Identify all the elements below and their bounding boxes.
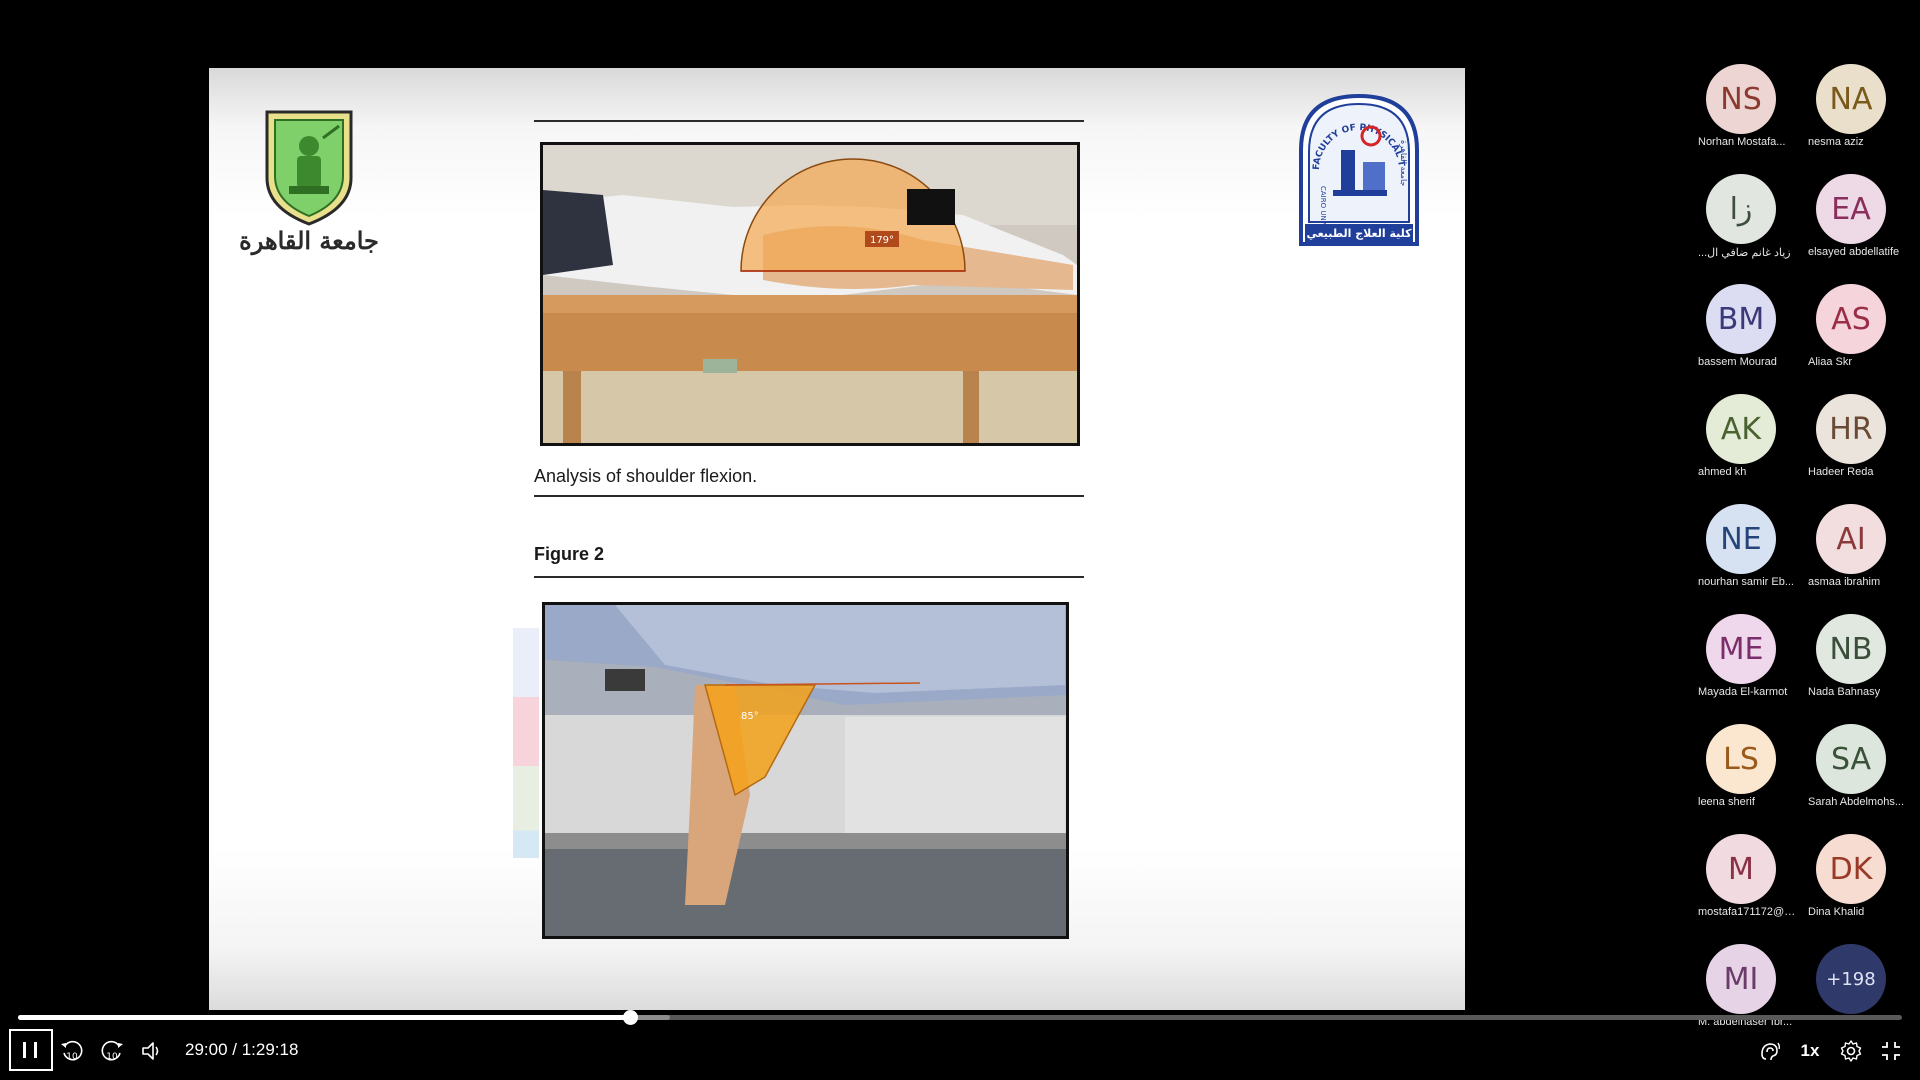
gear-icon	[1840, 1040, 1862, 1062]
color-strip	[513, 628, 539, 858]
participant-tile[interactable]: MI M. abdelnaser Ibr...	[1684, 940, 1794, 1040]
participant-name: nesma aziz	[1808, 136, 1864, 148]
participant-name: elsayed abdellatife	[1808, 246, 1900, 258]
volume-button[interactable]	[136, 1032, 168, 1070]
participant-tile[interactable]: HR Hadeer Reda	[1794, 390, 1904, 490]
shoulder-angle-label: 179°	[870, 235, 894, 246]
rewind-icon: 10	[61, 1040, 83, 1062]
progress-thumb[interactable]	[623, 1010, 639, 1025]
participant-tile[interactable]: AS Aliaa Skr	[1794, 280, 1904, 380]
shoulder-extension-photo: 85°	[542, 602, 1069, 939]
participant-tile[interactable]: ME Mayada El-karmot	[1684, 610, 1794, 710]
participants-panel: NS Norhan Mostafa... NA nesma aziz زا ...زياد…	[1684, 60, 1920, 1030]
participant-tile[interactable]: NB Nada Bahnasy	[1794, 610, 1904, 710]
rewind-label: 10	[66, 1052, 78, 1062]
hearing-icon	[1761, 1042, 1781, 1061]
current-time: 29:00	[185, 1040, 228, 1059]
participant-name: ...زياد غانم ضافي ال	[1698, 247, 1791, 259]
forward-10-button[interactable]: 10	[96, 1032, 128, 1070]
participant-tile[interactable]: AK ahmed kh	[1684, 390, 1794, 490]
participant-tile[interactable]: DK Dina Khalid	[1794, 830, 1904, 930]
participant-name: Dina Khalid	[1808, 906, 1865, 918]
avatar: M	[1706, 834, 1776, 904]
time-display: 29:00 / 1:29:18	[185, 1040, 298, 1060]
faculty-physical-therapy-logo: FACULTY OF PHYSICAL THERAPY كلية العلاج …	[1293, 83, 1421, 250]
participant-tile[interactable]: NA nesma aziz	[1794, 60, 1904, 160]
participant-name: asmaa ibrahim	[1808, 576, 1881, 588]
progress-bar[interactable]	[18, 1010, 1902, 1025]
avatar: ME	[1706, 614, 1776, 684]
avatar: EA	[1816, 174, 1886, 244]
progress-played	[18, 1015, 631, 1020]
avatar: NS	[1706, 64, 1776, 134]
top-rule	[534, 120, 1084, 122]
speed-button[interactable]: 1x	[1794, 1032, 1826, 1070]
participant-tile[interactable]: Mmostafa171172@b...	[1684, 830, 1798, 930]
avatar: BM	[1706, 284, 1776, 354]
caption-rule	[534, 495, 1084, 497]
participant-tile[interactable]: BM bassem Mourad	[1684, 280, 1794, 380]
raise-hand-button[interactable]	[1752, 1032, 1788, 1070]
avatar: زا	[1706, 174, 1776, 244]
exit-fullscreen-button[interactable]	[1874, 1032, 1908, 1070]
extension-angle-label: 85°	[741, 711, 759, 722]
participant-tile[interactable]: زا ...زياد غانم ضافي ال	[1684, 170, 1794, 270]
cairo-university-logo: جامعة القاهرة	[239, 108, 379, 258]
participant-name: Nada Bahnasy	[1808, 686, 1881, 698]
forward-label: 10	[106, 1052, 118, 1062]
duration: 1:29:18	[241, 1040, 299, 1059]
pause-icon	[23, 1042, 37, 1058]
participant-tile[interactable]: SA Sarah Abdelmohs...	[1794, 720, 1904, 820]
avatar: AS	[1816, 284, 1886, 354]
figure-caption: Analysis of shoulder flexion.	[534, 466, 758, 486]
participant-name: Mayada El-karmot	[1698, 686, 1788, 698]
participant-tile[interactable]: NE nourhan samir Eb...	[1684, 500, 1794, 600]
participant-tile[interactable]: +198	[1794, 940, 1904, 1040]
time-separator: /	[227, 1040, 242, 1059]
avatar: NB	[1816, 614, 1886, 684]
avatar: AK	[1706, 394, 1776, 464]
participant-tile[interactable]: LS leena sherif	[1684, 720, 1794, 820]
avatar: NE	[1706, 504, 1776, 574]
more-participants-badge: +198	[1816, 944, 1886, 1014]
shared-slide: جامعة القاهرة FACULTY OF PHYSICAL THERAP…	[209, 68, 1465, 1010]
avatar: SA	[1816, 724, 1886, 794]
pause-button[interactable]	[9, 1029, 53, 1071]
figure-label: Figure 2	[534, 544, 605, 564]
avatar: HR	[1816, 394, 1886, 464]
cairo-university-caption: جامعة القاهرة	[239, 226, 379, 255]
avatar: LS	[1706, 724, 1776, 794]
participant-name: mostafa171172@b...	[1698, 906, 1798, 918]
participant-name: Hadeer Reda	[1808, 466, 1874, 478]
faculty-logo-side-left: CAIRO UNIV.	[1319, 186, 1327, 229]
figure-rule	[534, 576, 1084, 578]
rewind-10-button[interactable]: 10	[56, 1032, 88, 1070]
shoulder-flexion-photo: 179°	[540, 142, 1080, 446]
forward-icon: 10	[101, 1040, 123, 1062]
avatar: NA	[1816, 64, 1886, 134]
participant-name: leena sherif	[1698, 796, 1755, 808]
avatar: AI	[1816, 504, 1886, 574]
participant-name: Aliaa Skr	[1808, 356, 1853, 368]
participant-name: nourhan samir Eb...	[1698, 576, 1794, 588]
participant-name: bassem Mourad	[1698, 356, 1777, 368]
avatar: DK	[1816, 834, 1886, 904]
participant-name: Norhan Mostafa...	[1698, 136, 1786, 148]
settings-button[interactable]	[1834, 1032, 1868, 1070]
faculty-logo-banner: كلية العلاج الطبيعي	[1306, 227, 1412, 241]
exit-fullscreen-icon	[1882, 1042, 1900, 1060]
faculty-logo-side-right: جامعة القاهرة	[1399, 140, 1408, 186]
participant-tile[interactable]: NS Norhan Mostafa...	[1684, 60, 1794, 160]
participant-tile[interactable]: EA elsayed abdellatife	[1794, 170, 1904, 270]
volume-icon	[142, 1042, 159, 1060]
participant-name: ahmed kh	[1698, 466, 1747, 478]
participant-name: Sarah Abdelmohs...	[1808, 796, 1905, 808]
avatar: MI	[1706, 944, 1776, 1014]
participant-tile[interactable]: AI asmaa ibrahim	[1794, 500, 1904, 600]
